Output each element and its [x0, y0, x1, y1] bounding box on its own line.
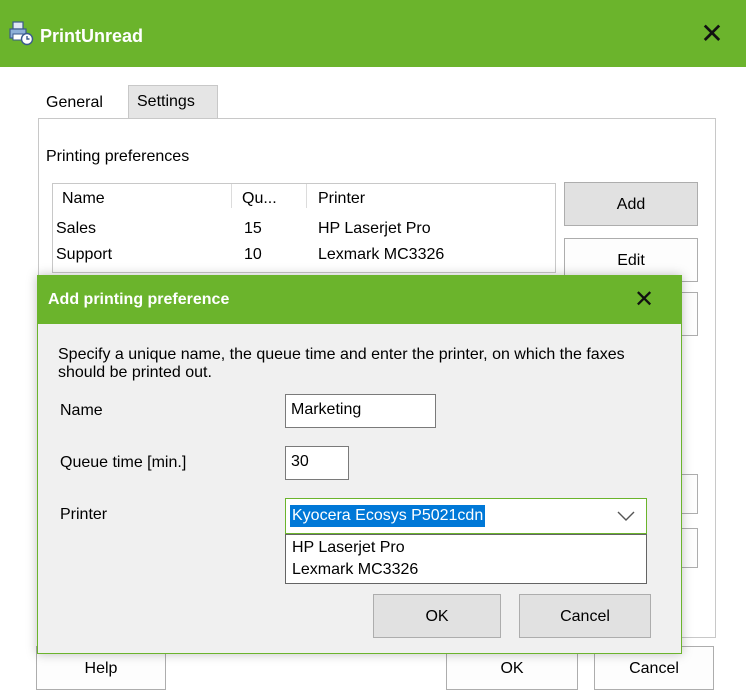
list-item-queue[interactable]: 15 [244, 220, 262, 238]
close-icon[interactable]: ✕ [628, 284, 660, 316]
column-header-queue[interactable]: Qu... [242, 190, 277, 208]
printer-combobox[interactable]: Kyocera Ecosys P5021cdn [285, 498, 647, 534]
printing-preferences-label: Printing preferences [46, 148, 190, 165]
column-header-name[interactable]: Name [62, 190, 105, 208]
list-item-queue[interactable]: 10 [244, 246, 262, 264]
list-item-printer[interactable]: Lexmark MC3326 [318, 246, 444, 264]
dropdown-option[interactable]: Lexmark MC3326 [292, 559, 418, 581]
list-item-printer[interactable]: HP Laserjet Pro [318, 220, 431, 238]
name-label: Name [60, 402, 103, 419]
printer-selected-value[interactable]: Kyocera Ecosys P5021cdn [290, 505, 486, 527]
name-field[interactable]: Marketing [285, 394, 436, 428]
dropdown-option[interactable]: HP Laserjet Pro [292, 537, 405, 559]
list-item-name[interactable]: Sales [56, 220, 96, 238]
chevron-down-icon[interactable] [614, 505, 638, 527]
column-header-printer[interactable]: Printer [318, 190, 365, 208]
list-item-name[interactable]: Support [56, 246, 112, 264]
dialog-ok-button[interactable]: OK [373, 594, 501, 638]
dialog-cancel-button[interactable]: Cancel [519, 594, 651, 638]
tab-general[interactable]: General [38, 88, 126, 118]
printer-clock-icon [9, 21, 34, 46]
dialog-description: Specify a unique name, the queue time an… [58, 346, 625, 381]
column-separator[interactable] [306, 184, 307, 208]
tab-settings[interactable]: Settings [128, 85, 218, 119]
printer-dropdown-list: HP Laserjet Pro Lexmark MC3326 [285, 534, 647, 584]
close-icon[interactable]: ✕ [696, 18, 728, 50]
add-printing-preference-dialog: Add printing preference ✕ Specify a uniq… [37, 275, 682, 654]
title-bar: PrintUnread ✕ [0, 0, 746, 67]
preferences-list[interactable] [52, 183, 556, 273]
queue-time-label: Queue time [min.] [60, 454, 187, 471]
printer-label: Printer [60, 506, 108, 523]
window-title: PrintUnread [40, 26, 144, 46]
column-separator[interactable] [231, 184, 232, 208]
queue-time-field[interactable]: 30 [285, 446, 349, 480]
dialog-title-bar: Add printing preference ✕ [38, 276, 681, 324]
add-button[interactable]: Add [564, 182, 698, 226]
dialog-title: Add printing preference [48, 291, 230, 308]
